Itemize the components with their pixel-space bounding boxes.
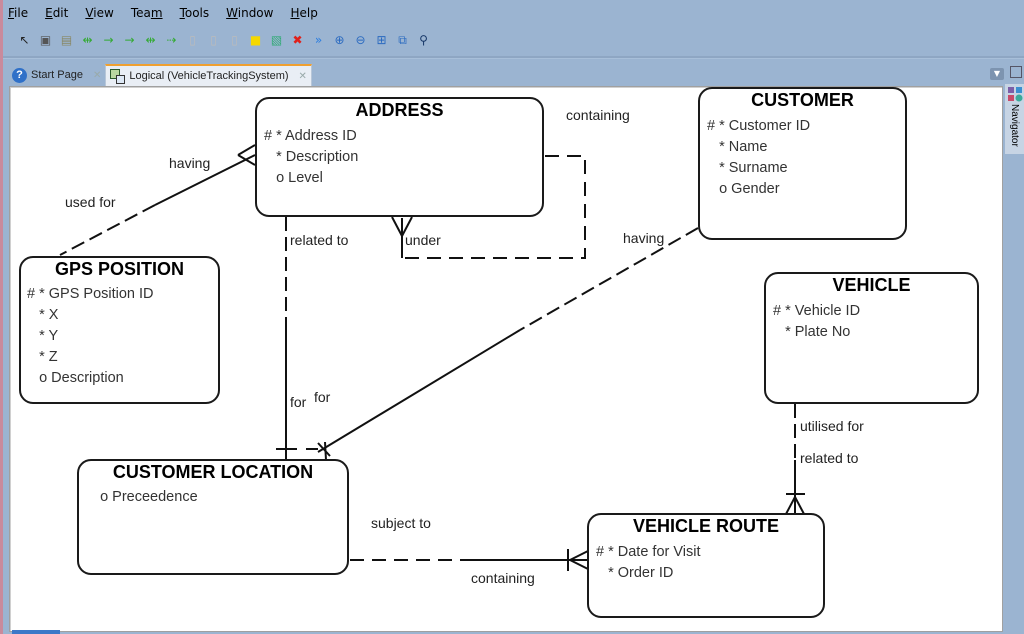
new-view-icon[interactable]: ▤ [58, 32, 75, 49]
entity-vehicle[interactable]: VEHICLE # * Vehicle ID * Plate No [764, 272, 979, 404]
relationship-label: for [290, 394, 307, 410]
new-relation-mn-icon[interactable]: ⇹ [79, 32, 96, 49]
editor-tabs: ? Start Page ✕ Logical (VehicleTrackingS… [8, 64, 312, 86]
entity-attribute[interactable]: o Level [264, 168, 542, 189]
delete-icon[interactable]: ✖ [289, 32, 306, 49]
entity-attribute[interactable]: o Preceedence [88, 487, 347, 508]
new-inheritance-icon[interactable]: ⇢ [163, 32, 180, 49]
entity-attribute[interactable]: # * Address ID [264, 126, 542, 147]
navigator-icon [1008, 87, 1023, 102]
relationship-label: containing [566, 107, 630, 123]
tab-label: Logical (VehicleTrackingSystem) [129, 70, 289, 82]
entity-attribute[interactable]: * X [27, 305, 218, 326]
entity-attribute[interactable]: # * Customer ID [707, 116, 905, 137]
new-entity-icon[interactable]: ▣ [37, 32, 54, 49]
entity-title: CUSTOMER [751, 90, 854, 110]
relationship-label: having [169, 155, 211, 171]
entity-attribute[interactable]: * Plate No [773, 322, 977, 343]
new-note-icon[interactable]: ■ [247, 32, 264, 49]
menu-window[interactable]: Window [226, 6, 273, 24]
tab-list-dropdown[interactable]: ▼ [990, 68, 1004, 80]
entity-attribute[interactable]: o Gender [707, 179, 905, 200]
relationship-label: utilised for [800, 418, 864, 434]
remove-from-arc-icon[interactable]: ▯ [226, 32, 243, 49]
zoom-out-icon[interactable]: ⊖ [352, 32, 369, 49]
new-relation-11-icon[interactable]: ⇹ [142, 32, 159, 49]
tab-logical-model[interactable]: Logical (VehicleTrackingSystem) ✕ [105, 64, 312, 86]
default-size-icon[interactable]: ⧉ [394, 32, 411, 49]
entity-customer[interactable]: CUSTOMER # * Customer ID * Name * Surnam… [698, 87, 907, 240]
entity-attribute[interactable]: * Z [27, 347, 218, 368]
tab-label: Start Page [31, 69, 83, 81]
new-relation-1n-icon[interactable]: → [100, 32, 117, 49]
status-indicator [12, 630, 60, 634]
menu-file[interactable]: File [8, 6, 28, 24]
engineer-icon[interactable]: » [310, 32, 327, 49]
close-icon[interactable]: ✕ [93, 70, 101, 81]
find-icon[interactable]: ⚲ [415, 32, 432, 49]
entity-attribute[interactable]: * Surname [707, 158, 905, 179]
attribute-list: # * Address ID * Description o Level [257, 126, 542, 189]
entity-attribute[interactable]: * Name [707, 137, 905, 158]
relationship-label: used for [65, 194, 116, 210]
relationship-label: containing [471, 570, 535, 586]
menu-view[interactable]: View [85, 6, 113, 24]
picture-icon[interactable]: ▧ [268, 32, 285, 49]
tab-start-page[interactable]: ? Start Page ✕ [8, 64, 105, 86]
attribute-list: # * Vehicle ID * Plate No [766, 301, 977, 343]
menu-bar: File Edit View Team Tools Window Help [8, 6, 335, 24]
entity-title: ADDRESS [355, 100, 444, 120]
entity-address[interactable]: ADDRESS # * Address ID * Description o L… [255, 97, 544, 217]
attribute-list: # * GPS Position ID * X * Y * Z o Descri… [21, 284, 218, 389]
entity-title: CUSTOMER LOCATION [112, 462, 314, 482]
relationship-label: related to [290, 232, 349, 248]
fit-screen-icon[interactable]: ⊞ [373, 32, 390, 49]
entity-vehicle-route[interactable]: VEHICLE ROUTE # * Date for Visit * Order… [587, 513, 825, 618]
attribute-list: # * Customer ID * Name * Surname o Gende… [700, 116, 905, 200]
attribute-list: # * Date for Visit * Order ID [589, 542, 823, 584]
toolbar-divider [3, 56, 1024, 59]
entity-gps-position[interactable]: GPS POSITION # * GPS Position ID * X * Y… [19, 256, 220, 404]
entity-attribute[interactable]: * Y [27, 326, 218, 347]
relationship-label: subject to [371, 515, 431, 531]
entity-attribute[interactable]: * Description [264, 147, 542, 168]
menu-edit[interactable]: Edit [45, 6, 68, 24]
relationship-label: related to [800, 450, 859, 466]
logical-model-icon [110, 68, 126, 84]
entity-attribute[interactable]: # * Date for Visit [596, 542, 823, 563]
entity-title: GPS POSITION [54, 259, 185, 279]
zoom-in-icon[interactable]: ⊕ [331, 32, 348, 49]
window-edge [0, 0, 3, 634]
attribute-list: o Preceedence [79, 487, 347, 508]
entity-attribute[interactable]: * Order ID [596, 563, 823, 584]
entity-title: VEHICLE [832, 275, 911, 295]
new-relation-1n-identifying-icon[interactable]: → [121, 32, 138, 49]
entity-attribute[interactable]: # * Vehicle ID [773, 301, 977, 322]
entity-attribute[interactable]: # * GPS Position ID [27, 284, 218, 305]
menu-tools[interactable]: Tools [180, 6, 210, 24]
restore-window-button[interactable] [1010, 66, 1022, 78]
entity-customer-location[interactable]: CUSTOMER LOCATION o Preceedence [77, 459, 349, 575]
relationship-label: having [623, 230, 665, 246]
menu-team[interactable]: Team [131, 6, 163, 24]
entity-attribute[interactable]: o Description [27, 368, 218, 389]
navigator-label: Navigator [1009, 104, 1020, 147]
relationship-label: for [314, 389, 331, 405]
menu-help[interactable]: Help [290, 6, 317, 24]
add-to-arc-icon[interactable]: ▯ [205, 32, 222, 49]
toolbar: ↖ ▣ ▤ ⇹ → → ⇹ ⇢ ▯ ▯ ▯ ■ ▧ ✖» ⊕ ⊖ ⊞ ⧉ ⚲ [16, 30, 432, 50]
new-arc-icon[interactable]: ▯ [184, 32, 201, 49]
entity-title: VEHICLE ROUTE [632, 516, 779, 536]
pointer-icon[interactable]: ↖ [16, 32, 33, 49]
close-icon[interactable]: ✕ [299, 71, 307, 82]
help-icon: ? [12, 67, 27, 83]
relationship-label: under [405, 232, 441, 248]
